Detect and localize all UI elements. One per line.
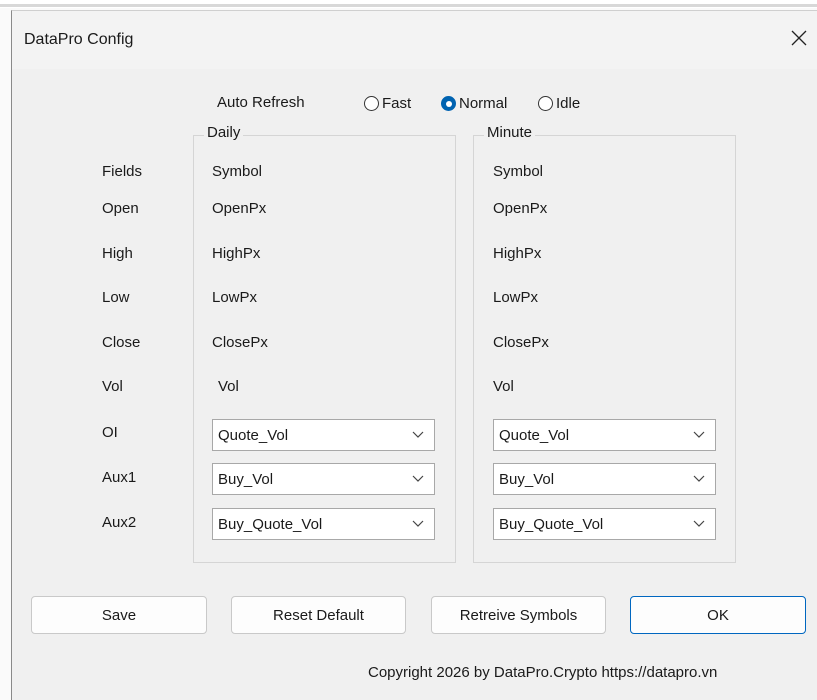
minute-field-low: LowPx <box>493 289 539 306</box>
title-bar: DataPro Config <box>12 11 817 69</box>
minute-oi-select[interactable]: Quote_Vol <box>493 419 716 451</box>
radio-normal[interactable]: Normal <box>441 95 507 112</box>
row-label-aux1: Aux1 <box>102 469 137 486</box>
select-value: Buy_Quote_Vol <box>499 516 604 533</box>
radio-indicator <box>364 96 379 111</box>
row-label-close: Close <box>102 334 141 351</box>
minute-field-high: HighPx <box>493 245 542 262</box>
row-label-low: Low <box>102 289 130 306</box>
minute-field-close: ClosePx <box>493 334 549 351</box>
minute-field-open: OpenPx <box>493 200 548 217</box>
minute-group-title: Minute <box>484 124 536 141</box>
minute-field-vol: Vol <box>493 378 514 395</box>
auto-refresh-label: Auto Refresh <box>217 94 305 111</box>
minute-aux2-select[interactable]: Buy_Quote_Vol <box>493 508 716 540</box>
reset-default-button[interactable]: Reset Default <box>231 596 406 634</box>
chevron-down-icon <box>693 475 705 482</box>
close-button[interactable] <box>782 23 817 55</box>
daily-field-high: HighPx <box>212 245 261 262</box>
save-button[interactable]: Save <box>31 596 207 634</box>
daily-field-vol: Vol <box>218 378 239 395</box>
row-label-fields: Fields <box>102 163 143 180</box>
row-label-open: Open <box>102 200 139 217</box>
select-value: Buy_Vol <box>499 471 555 488</box>
select-value: Quote_Vol <box>499 427 570 444</box>
radio-indicator <box>441 96 456 111</box>
daily-aux1-select[interactable]: Buy_Vol <box>212 463 435 495</box>
minute-aux1-select[interactable]: Buy_Vol <box>493 463 716 495</box>
window-title: DataPro Config <box>24 31 134 48</box>
daily-oi-select[interactable]: Quote_Vol <box>212 419 435 451</box>
chevron-down-icon <box>693 431 705 438</box>
row-label-high: High <box>102 245 133 262</box>
select-value: Buy_Quote_Vol <box>218 516 323 533</box>
daily-field-open: OpenPx <box>212 200 267 217</box>
daily-group-title: Daily <box>204 124 244 141</box>
select-value: Quote_Vol <box>218 427 289 444</box>
row-label-vol: Vol <box>102 378 123 395</box>
daily-field-symbol: Symbol <box>212 163 263 180</box>
copyright-text: Copyright 2026 by DataPro.Crypto https:/… <box>368 664 718 681</box>
row-label-oi: OI <box>102 424 118 441</box>
select-value: Buy_Vol <box>218 471 274 488</box>
daily-aux2-select[interactable]: Buy_Quote_Vol <box>212 508 435 540</box>
radio-indicator <box>538 96 553 111</box>
radio-fast[interactable]: Fast <box>364 95 411 112</box>
retrieve-symbols-button[interactable]: Retreive Symbols <box>431 596 606 634</box>
radio-label-idle: Idle <box>556 95 581 112</box>
minute-field-symbol: Symbol <box>493 163 544 180</box>
daily-field-close: ClosePx <box>212 334 268 351</box>
radio-label-normal: Normal <box>459 95 508 112</box>
chevron-down-icon <box>412 475 424 482</box>
ok-button[interactable]: OK <box>630 596 806 634</box>
chevron-down-icon <box>412 520 424 527</box>
chevron-down-icon <box>693 520 705 527</box>
row-label-aux2: Aux2 <box>102 514 137 531</box>
background-strip <box>0 0 817 8</box>
close-icon <box>791 30 807 46</box>
radio-idle[interactable]: Idle <box>538 95 580 112</box>
chevron-down-icon <box>412 431 424 438</box>
radio-label-fast: Fast <box>382 95 412 112</box>
daily-field-low: LowPx <box>212 289 258 306</box>
